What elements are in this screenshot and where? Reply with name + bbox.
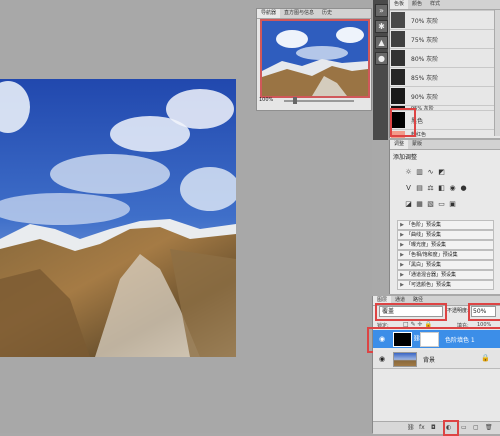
expand-arrow-icon: ▶ [400, 282, 404, 288]
tab-masks[interactable]: 蒙版 [408, 140, 426, 149]
zoom-slider-handle[interactable] [293, 97, 297, 104]
adjustments-panel: 调整 蒙版 添加调整 ☼ ▥ ∿ ◩ V ▤ ⚖ ◧ ◉ ● ◪ ▦ ▧ ▭ ▣… [389, 140, 500, 294]
new-layer-icon[interactable]: ▢ [473, 424, 479, 431]
layer-row-background[interactable]: ◉ 背景 🔒 [373, 350, 500, 369]
preset-label: 「可选颜色」预设集 [406, 282, 452, 288]
preset-label: 「曲线」预设集 [406, 232, 442, 238]
navigator-tabbar: 导航器 直方图与信息 历史 [257, 9, 371, 19]
preset-black-white[interactable]: ▶ 「黑白」预设集 [397, 260, 494, 270]
highlight-box [468, 303, 500, 321]
mountain-photo [0, 79, 236, 357]
preset-curves[interactable]: ▶ 「曲线」预设集 [397, 230, 494, 240]
layers-panel: 图层 通道 路径 覆盖 不透明度: 50% 锁定: □ ✎ ✛ 🔒 填充: 10… [367, 296, 500, 436]
preset-label: 「色阶」预设集 [406, 222, 442, 228]
swatch-item[interactable]: 80% 灰阶 [390, 48, 494, 67]
preset-label: 「曝光度」预设集 [406, 242, 447, 248]
preset-label: 「色相/饱和度」预设集 [406, 252, 458, 258]
color-wheel-icon[interactable]: ✱ [375, 20, 388, 33]
hue-saturation-icon[interactable]: ▤ [415, 184, 424, 193]
expand-arrow-icon: ▶ [400, 252, 404, 258]
layer-name[interactable]: 背景 [423, 355, 435, 364]
navigator-panel: 导航器 直方图与信息 历史 100% [256, 8, 372, 111]
curves-icon[interactable]: ∿ [426, 168, 435, 177]
expand-arrow-icon: ▶ [400, 242, 404, 248]
swatch-chip [391, 12, 405, 28]
palette-icon[interactable]: ▲ [375, 36, 388, 49]
layers-bottom-toolbar: ⛓ fx ◘ ◐ ▭ ▢ 🗑 [373, 421, 500, 434]
adjustments-title: 添加调整 [393, 154, 418, 161]
adjustments-tabbar: 调整 蒙版 [390, 140, 500, 150]
navigator-thumbnail [262, 21, 368, 96]
preset-selective-color[interactable]: ▶ 「可选颜色」预设集 [397, 280, 494, 290]
opacity-label: 不透明度: [447, 308, 469, 314]
swatch-item[interactable]: 90% 灰阶 [390, 86, 494, 105]
swatch-label: 85% 灰阶 [411, 74, 439, 82]
black-white-icon[interactable]: ◧ [437, 184, 446, 193]
expand-arrow-icon: ▶ [400, 232, 404, 238]
preset-levels[interactable]: ▶ 「色阶」预设集 [397, 220, 494, 230]
info-icon[interactable]: ● [375, 52, 388, 65]
add-mask-icon[interactable]: ◘ [431, 424, 436, 431]
swatches-scrollbar[interactable] [494, 10, 500, 136]
document-image[interactable] [0, 79, 236, 357]
photo-filter-icon[interactable]: ◉ [448, 184, 457, 193]
swatch-label: 80% 灰阶 [411, 55, 439, 63]
tab-navigator[interactable]: 导航器 [257, 9, 281, 18]
panel-dock-strip: » ✱ ▲ ● [373, 0, 388, 140]
channel-mixer-icon[interactable]: ● [459, 184, 468, 193]
swatch-item[interactable]: 75% 灰阶 [390, 29, 494, 48]
new-group-icon[interactable]: ▭ [461, 424, 467, 431]
swatch-item[interactable]: 70% 灰阶 [390, 10, 494, 29]
highlight-box [390, 108, 416, 137]
swatch-label: 70% 灰阶 [411, 17, 439, 25]
preset-label: 「通道混合器」预设集 [406, 272, 457, 278]
preset-channel-mixer[interactable]: ▶ 「通道混合器」预设集 [397, 270, 494, 280]
swatch-chip [391, 88, 405, 104]
preset-label: 「黑白」预设集 [406, 262, 442, 268]
tab-swatches[interactable]: 色板 [390, 0, 409, 9]
threshold-icon[interactable]: ▧ [426, 200, 435, 209]
layer-thumbnail [393, 352, 417, 367]
invert-icon[interactable]: ◪ [404, 200, 413, 209]
swatch-chip [391, 31, 405, 47]
posterize-icon[interactable]: ▦ [415, 200, 424, 209]
preset-hue-saturation[interactable]: ▶ 「色相/饱和度」预设集 [397, 250, 494, 260]
preset-exposure[interactable]: ▶ 「曝光度」预设集 [397, 240, 494, 250]
dock-expand-button[interactable]: » [375, 4, 388, 17]
gradient-map-icon[interactable]: ▭ [437, 200, 446, 209]
trash-icon[interactable]: 🗑 [485, 424, 493, 431]
link-layers-icon[interactable]: ⛓ [407, 424, 415, 431]
swatch-label: 75% 灰阶 [411, 36, 439, 44]
tab-styles[interactable]: 样式 [426, 0, 444, 9]
exposure-icon[interactable]: ◩ [437, 168, 446, 177]
vibrance-icon[interactable]: V [404, 184, 413, 193]
highlight-box [375, 303, 447, 321]
levels-icon[interactable]: ▥ [415, 168, 424, 177]
expand-arrow-icon: ▶ [400, 262, 404, 268]
swatch-item[interactable]: 85% 灰阶 [390, 67, 494, 86]
visibility-eye-icon[interactable]: ◉ [379, 355, 385, 363]
expand-arrow-icon: ▶ [400, 222, 404, 228]
tab-color[interactable]: 颜色 [408, 0, 426, 9]
zoom-level[interactable]: 100% [259, 97, 273, 103]
swatch-label: 90% 灰阶 [411, 93, 439, 101]
lock-icon: 🔒 [481, 354, 490, 362]
color-balance-icon[interactable]: ⚖ [426, 184, 435, 193]
layer-style-icon[interactable]: fx [419, 424, 425, 431]
tab-histogram[interactable]: 直方图与信息 [280, 9, 318, 18]
tab-adjustments[interactable]: 调整 [390, 140, 409, 149]
tab-history[interactable]: 历史 [318, 9, 336, 18]
expand-arrow-icon: ▶ [400, 272, 404, 278]
swatches-tabbar: 色板 颜色 样式 [390, 0, 500, 10]
swatches-panel: 色板 颜色 样式 70% 灰阶 75% 灰阶 80% 灰阶 85% 灰阶 90%… [389, 0, 500, 138]
swatch-chip [391, 50, 405, 66]
swatch-chip [391, 69, 405, 85]
navigator-view-box[interactable] [260, 19, 370, 98]
brightness-icon[interactable]: ☼ [404, 168, 413, 177]
selective-color-icon[interactable]: ▣ [448, 200, 457, 209]
highlight-box [443, 420, 459, 436]
